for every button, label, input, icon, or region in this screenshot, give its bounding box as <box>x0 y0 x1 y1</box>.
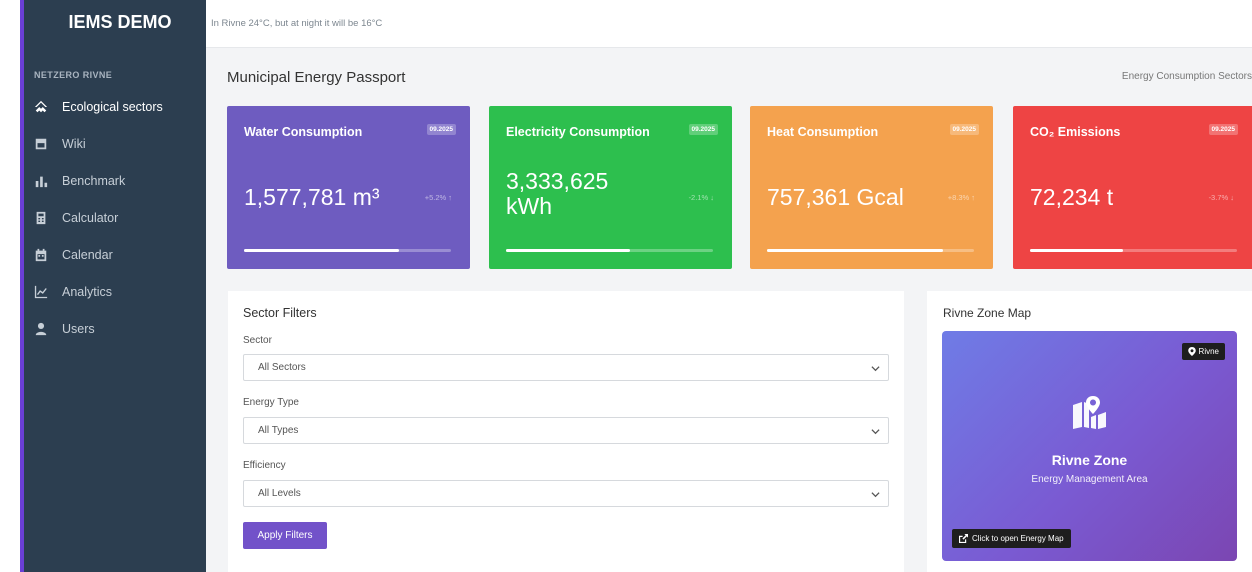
chevron-down-icon <box>871 429 880 435</box>
sidebar: IEMS DEMO NETZERO RIVNE Ecological secto… <box>20 0 206 572</box>
sidebar-item-label: Wiki <box>62 136 86 151</box>
calendar-icon <box>34 248 48 262</box>
sidebar-item-calculator[interactable]: Calculator <box>24 199 206 236</box>
card-value: 72,234 t <box>1030 184 1114 210</box>
calculator-icon <box>34 211 48 225</box>
sidebar-item-label: Calculator <box>62 210 119 225</box>
trend-indicator: +5.2% ↑ <box>424 193 452 202</box>
chevron-down-icon <box>871 366 880 372</box>
efficiency-select-value: All Levels <box>258 488 301 499</box>
progress-bar <box>506 249 713 252</box>
card-value: 757,361 Gcal <box>767 184 904 210</box>
efficiency-label: Efficiency <box>243 460 286 471</box>
external-link-icon <box>959 534 968 543</box>
date-badge: 09.2025 <box>1208 124 1238 135</box>
card-title: Electricity Consumption <box>506 125 650 139</box>
sidebar-section-label: NETZERO RIVNE <box>34 70 113 80</box>
open-energy-map-label: Click to open Energy Map <box>972 534 1064 543</box>
sidebar-item-label: Ecological sectors <box>62 99 163 114</box>
sidebar-item-users[interactable]: Users <box>24 310 206 347</box>
sidebar-item-label: Users <box>62 321 95 336</box>
zone-map-panel: Rivne Zone Map Rivne Rivne Zone Energy M… <box>927 291 1252 572</box>
card-title: Heat Consumption <box>767 125 879 139</box>
progress-fill <box>506 249 631 252</box>
trend-indicator: +8.3% ↑ <box>947 193 975 202</box>
filters-title: Sector Filters <box>243 306 317 320</box>
heat-consumption-card[interactable]: Heat Consumption 09.2025 757,361 Gcal +8… <box>750 106 993 269</box>
date-badge: 09.2025 <box>949 124 979 135</box>
sidebar-item-label: Analytics <box>62 284 113 299</box>
electricity-consumption-card[interactable]: Electricity Consumption 09.2025 3,333,62… <box>489 106 732 269</box>
date-badge: 09.2025 <box>688 124 718 135</box>
progress-bar <box>244 249 451 252</box>
page-header: Municipal Energy Passport Energy Consump… <box>206 48 1252 106</box>
co2-emissions-card[interactable]: CO₂ Emissions 09.2025 72,234 t -3.7% ↓ <box>1013 106 1252 269</box>
sector-filters-panel: Sector Filters Sector All Sectors Energy… <box>228 291 904 572</box>
trend-indicator: -3.7% ↓ <box>1208 193 1234 202</box>
energy-type-select-value: All Types <box>258 425 299 436</box>
weather-info: In Rivne 24°C, but at night it will be 1… <box>211 18 383 29</box>
location-badge: Rivne <box>1181 343 1225 360</box>
card-title: CO₂ Emissions <box>1030 125 1121 139</box>
card-value-unit: kWh <box>506 193 552 219</box>
zone-name: Rivne Zone <box>1051 452 1128 468</box>
card-value-number: 3,333,625 <box>506 168 609 194</box>
page-title: Municipal Energy Passport <box>227 69 406 86</box>
sidebar-nav: Ecological sectors Wiki Benchmark Calcul… <box>24 88 206 347</box>
progress-fill <box>1030 249 1124 252</box>
user-icon <box>34 322 48 336</box>
sidebar-item-label: Calendar <box>62 247 113 262</box>
open-energy-map-button[interactable]: Click to open Energy Map <box>952 529 1071 548</box>
sector-select[interactable]: All Sectors <box>243 354 889 381</box>
sidebar-item-ecological-sectors[interactable]: Ecological sectors <box>24 88 206 125</box>
sidebar-item-calendar[interactable]: Calendar <box>24 236 206 273</box>
card-title: Water Consumption <box>244 125 363 139</box>
progress-fill <box>767 249 943 252</box>
progress-bar <box>767 249 974 252</box>
energy-type-select[interactable]: All Types <box>243 417 889 444</box>
progress-fill <box>244 249 400 252</box>
line-chart-icon <box>34 285 48 299</box>
efficiency-select[interactable]: All Levels <box>243 480 889 507</box>
sector-label: Sector <box>243 335 272 346</box>
zone-map-card[interactable]: Rivne Rivne Zone Energy Management Area … <box>942 331 1237 561</box>
trend-indicator: -2.1% ↓ <box>688 193 714 202</box>
card-value: 1,577,781 m³ <box>244 184 380 210</box>
sidebar-item-wiki[interactable]: Wiki <box>24 125 206 162</box>
card-value: 3,333,625 kWh <box>506 169 608 219</box>
map-location-icon <box>1073 396 1106 429</box>
map-pin-icon <box>1187 347 1196 356</box>
sidebar-item-benchmark[interactable]: Benchmark <box>24 162 206 199</box>
energy-type-label: Energy Type <box>243 397 299 408</box>
zone-subtitle: Energy Management Area <box>1031 474 1148 485</box>
water-consumption-card[interactable]: Water Consumption 09.2025 1,577,781 m³ +… <box>227 106 470 269</box>
sidebar-item-label: Benchmark <box>62 173 126 188</box>
ecological-sectors-icon <box>34 100 48 114</box>
progress-bar <box>1030 249 1237 252</box>
bar-chart-icon <box>34 174 48 188</box>
book-icon <box>34 137 48 151</box>
date-badge: 09.2025 <box>426 124 456 135</box>
brand-title[interactable]: IEMS DEMO <box>24 0 206 44</box>
chevron-down-icon <box>871 492 880 498</box>
top-bar: In Rivne 24°C, but at night it will be 1… <box>206 0 1252 48</box>
breadcrumb[interactable]: Energy Consumption Sectors <box>1122 71 1252 82</box>
map-title: Rivne Zone Map <box>943 306 1032 320</box>
sidebar-item-analytics[interactable]: Analytics <box>24 273 206 310</box>
apply-filters-button[interactable]: Apply Filters <box>243 522 327 549</box>
sector-select-value: All Sectors <box>258 362 306 373</box>
location-badge-label: Rivne <box>1198 347 1219 356</box>
